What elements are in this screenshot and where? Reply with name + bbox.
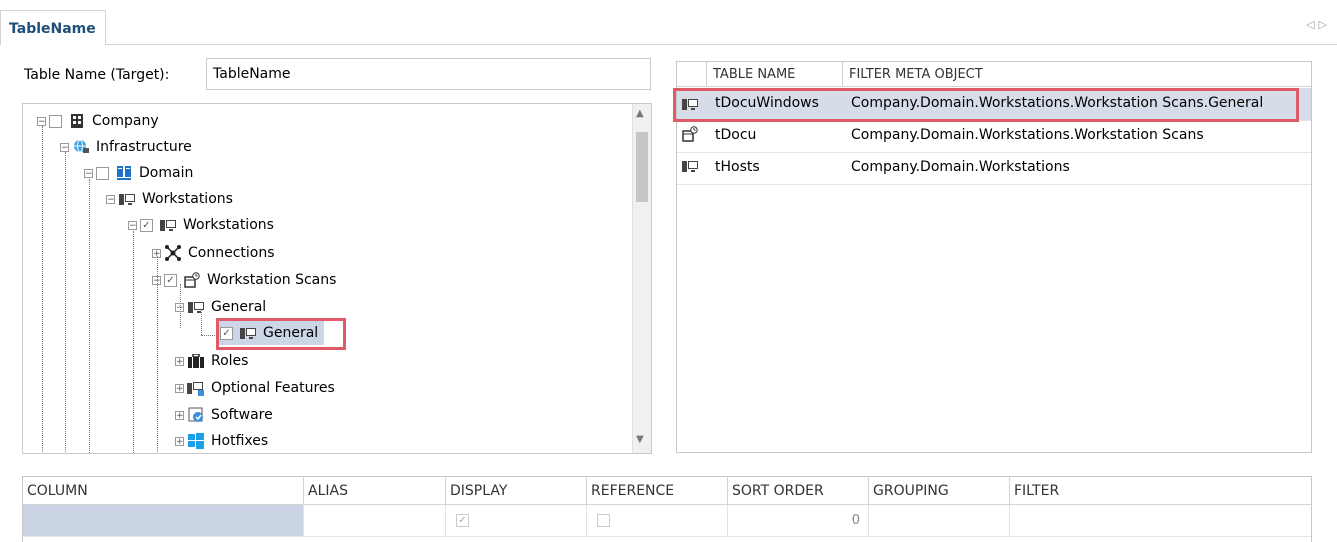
- column-header-filter[interactable]: FILTER: [1010, 477, 1311, 505]
- tree-node-label: Connections: [188, 245, 275, 261]
- tree-node-company[interactable]: − Company: [37, 108, 159, 134]
- tree-node-workstations-folder[interactable]: − Workstations: [106, 186, 233, 212]
- table-row[interactable]: tHosts Company.Domain.Workstations: [677, 152, 1311, 185]
- tree-node-label: Roles: [211, 353, 249, 369]
- expand-toggle[interactable]: +: [152, 248, 161, 258]
- tree-node-label: Optional Features: [211, 380, 335, 396]
- filter-meta-object-cell: Company.Domain.Workstations.Workstation …: [851, 127, 1204, 143]
- column-header-grouping[interactable]: GROUPING: [869, 477, 1010, 505]
- windows-logo-icon: [187, 433, 205, 449]
- collapse-toggle[interactable]: −: [84, 168, 93, 178]
- collapse-toggle[interactable]: −: [128, 220, 137, 230]
- tree-node-label: General: [211, 299, 267, 315]
- node-checkbox-checked[interactable]: ✓: [140, 218, 153, 232]
- expand-toggle[interactable]: +: [175, 436, 184, 446]
- column-header-filter-meta-object[interactable]: FILTER META OBJECT: [843, 62, 1311, 87]
- sort-order-cell[interactable]: 0: [728, 505, 869, 537]
- table-name-cell: tHosts: [715, 159, 760, 175]
- column-header-sort-order[interactable]: SORT ORDER: [728, 477, 869, 505]
- tree-node-label: Hotfixes: [211, 433, 269, 449]
- scrollbar-thumb[interactable]: [636, 132, 648, 202]
- collapse-toggle[interactable]: −: [60, 142, 69, 152]
- column-header-column[interactable]: COLUMN: [23, 477, 304, 505]
- briefcase-icon: [187, 353, 205, 369]
- column-header-reference[interactable]: REFERENCE: [587, 477, 728, 505]
- tree-node-label: Infrastructure: [96, 139, 192, 155]
- highlight-box: [673, 88, 1299, 122]
- tree-node-workstations[interactable]: − ✓ Workstations: [128, 212, 274, 238]
- display-checkbox-checked[interactable]: ✓: [456, 514, 469, 527]
- expand-toggle[interactable]: +: [175, 356, 184, 366]
- workstation-icon: [159, 217, 177, 233]
- tab-scroll-arrows[interactable]: ◁▷: [1306, 18, 1331, 31]
- workstation-feature-icon: [187, 380, 205, 396]
- collapse-toggle[interactable]: −: [37, 116, 46, 126]
- column-header-display[interactable]: DISPLAY: [446, 477, 587, 505]
- workstation-icon: [187, 299, 205, 315]
- collapse-toggle[interactable]: −: [152, 275, 161, 285]
- node-checkbox[interactable]: [49, 114, 62, 128]
- building-icon: [68, 113, 86, 129]
- workstation-icon: [682, 158, 698, 178]
- target-name-label: Table Name (Target):: [24, 67, 170, 83]
- tree-node-domain[interactable]: − Domain: [84, 160, 193, 186]
- tree-node-optional-features[interactable]: + Optional Features: [175, 375, 335, 401]
- server-group-icon: [115, 165, 133, 181]
- collapse-toggle[interactable]: −: [175, 302, 184, 312]
- expand-toggle[interactable]: +: [175, 410, 184, 420]
- sort-order-value: 0: [851, 513, 860, 528]
- tree-node-general-folder[interactable]: − General: [175, 294, 266, 320]
- expand-toggle[interactable]: +: [175, 383, 184, 393]
- tree-node-hotfixes[interactable]: + Hotfixes: [175, 428, 269, 453]
- target-name-input[interactable]: TableName: [206, 58, 651, 90]
- meta-object-tree[interactable]: − Company − Infrastructure − Domain − Wo…: [22, 103, 652, 454]
- scroll-down-icon[interactable]: ▼: [636, 434, 644, 445]
- column-grid: COLUMN ALIAS DISPLAY REFERENCE SORT ORDE…: [22, 476, 1312, 542]
- tree-node-software[interactable]: + Software: [175, 402, 273, 428]
- tree-node-label: Workstations: [142, 191, 233, 207]
- workstation-icon: [118, 191, 136, 207]
- highlight-box: [216, 318, 346, 350]
- grouping-cell[interactable]: [869, 505, 1010, 537]
- tab-strip-divider: [0, 44, 1337, 45]
- node-checkbox[interactable]: [96, 166, 109, 180]
- tree-node-connections[interactable]: + Connections: [152, 240, 275, 266]
- table-name-cell: tDocu: [715, 127, 757, 143]
- column-header-alias[interactable]: ALIAS: [304, 477, 446, 505]
- tree-node-workstation-scans[interactable]: − ✓ Workstation Scans: [152, 267, 336, 293]
- collapse-toggle[interactable]: −: [106, 194, 115, 204]
- filter-meta-object-cell: Company.Domain.Workstations: [851, 159, 1070, 175]
- tree-node-label: Domain: [139, 165, 194, 181]
- tab-tablename[interactable]: TableName: [0, 10, 106, 45]
- software-package-icon: [187, 407, 205, 423]
- row-icon-header: [677, 62, 707, 87]
- tree-node-infrastructure[interactable]: − Infrastructure: [60, 134, 192, 160]
- node-checkbox-checked[interactable]: ✓: [164, 273, 177, 287]
- column-header-table-name[interactable]: TABLE NAME: [707, 62, 843, 87]
- reference-cell[interactable]: [587, 505, 728, 537]
- tree-node-label: Software: [211, 407, 273, 423]
- tree-vertical-scrollbar[interactable]: ▲ ▼: [632, 104, 651, 453]
- column-cell[interactable]: [23, 505, 304, 537]
- scan-calendar-icon: [682, 126, 698, 146]
- table-row[interactable]: tDocu Company.Domain.Workstations.Workst…: [677, 120, 1311, 153]
- tree-node-label: Workstation Scans: [207, 272, 337, 288]
- tree-node-roles[interactable]: + Roles: [175, 348, 248, 374]
- alias-cell[interactable]: [304, 505, 446, 537]
- tree-node-label: Company: [92, 113, 159, 129]
- scroll-up-icon[interactable]: ▲: [636, 108, 644, 119]
- scan-calendar-icon: [183, 272, 201, 288]
- reference-checkbox[interactable]: [597, 514, 610, 527]
- table-list: TABLE NAME FILTER META OBJECT tDocuWindo…: [673, 61, 1312, 453]
- connections-icon: [164, 245, 182, 261]
- globe-network-icon: [72, 139, 90, 155]
- display-cell[interactable]: ✓: [446, 505, 587, 537]
- tree-node-label: Workstations: [183, 217, 274, 233]
- filter-cell[interactable]: [1010, 505, 1311, 537]
